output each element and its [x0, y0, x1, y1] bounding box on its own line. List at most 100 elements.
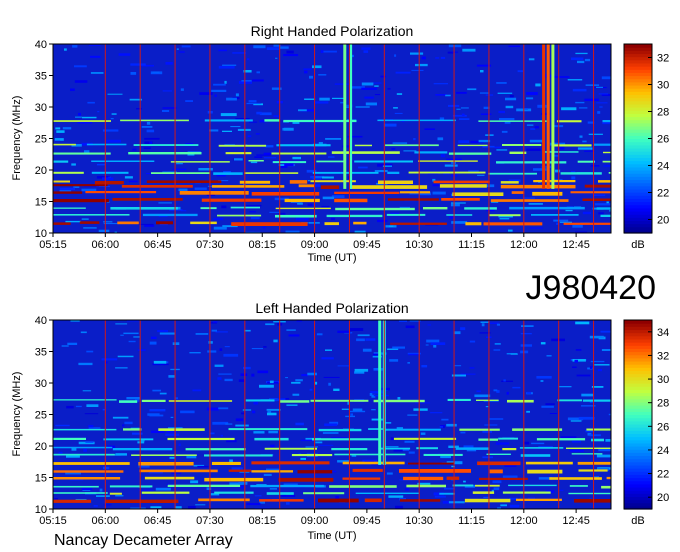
noise-speck	[314, 381, 318, 385]
noise-speck	[213, 226, 227, 230]
noise-speck	[355, 106, 370, 108]
noise-speck	[288, 334, 300, 337]
emission-band	[53, 399, 117, 401]
noise-speck	[56, 130, 65, 133]
emission-band	[512, 428, 563, 431]
emission-band	[377, 119, 456, 122]
noise-speck	[283, 54, 299, 57]
emission-band	[329, 485, 397, 488]
y-tick-label: 10	[35, 228, 47, 240]
noise-speck	[397, 397, 401, 400]
noise-speck	[462, 48, 476, 52]
noise-speck	[504, 465, 517, 467]
noise-speck	[410, 52, 424, 55]
emission-band	[531, 214, 579, 216]
emission-band	[578, 469, 608, 472]
noise-speck	[500, 504, 507, 507]
emission-band	[185, 448, 246, 451]
noise-speck	[103, 223, 120, 225]
noise-speck	[128, 180, 138, 183]
noise-speck	[594, 364, 610, 366]
noise-speck	[250, 161, 258, 164]
noise-speck	[291, 381, 301, 384]
noise-speck	[269, 488, 277, 490]
noise-speck	[314, 184, 321, 187]
noise-speck	[427, 324, 431, 326]
emission-band	[603, 151, 611, 154]
emission-band	[109, 492, 122, 495]
noise-speck	[452, 114, 467, 117]
noise-speck	[439, 426, 443, 428]
noise-speck	[461, 113, 465, 116]
noise-speck	[321, 357, 334, 360]
noise-speck	[93, 505, 98, 507]
y-tick-label: 15	[35, 473, 47, 485]
noise-speck	[341, 408, 349, 410]
emission-band	[591, 438, 604, 442]
emission-band	[230, 206, 260, 209]
noise-speck	[526, 97, 534, 100]
noise-speck	[225, 423, 233, 425]
colorbar-step	[624, 44, 652, 48]
emission-band	[334, 198, 368, 203]
emission-band	[225, 152, 252, 155]
noise-speck	[590, 165, 600, 167]
emission-band	[244, 172, 299, 174]
noise-speck	[603, 165, 611, 167]
noise-speck	[453, 331, 461, 335]
noise-speck	[309, 75, 313, 79]
noise-speck	[474, 394, 491, 398]
noise-speck	[58, 451, 63, 454]
noise-speck	[415, 402, 431, 404]
noise-speck	[266, 47, 280, 50]
emission-band	[459, 428, 500, 431]
y-tick-label: 10	[35, 504, 47, 516]
noise-speck	[181, 45, 191, 48]
emission-band	[479, 477, 528, 480]
noise-speck	[407, 414, 418, 416]
noise-speck	[168, 375, 175, 378]
noise-speck	[132, 148, 137, 151]
emission-band	[452, 192, 504, 196]
noise-speck	[494, 146, 502, 149]
emission-band	[423, 453, 463, 456]
noise-speck	[597, 369, 602, 372]
emission-band	[423, 207, 448, 210]
noise-speck	[426, 339, 440, 343]
emission-band	[532, 191, 563, 196]
emission-band	[385, 428, 441, 431]
noise-speck	[115, 367, 128, 369]
noise-speck	[501, 130, 508, 133]
emission-band	[204, 454, 273, 457]
noise-speck	[62, 127, 72, 130]
noise-speck	[528, 497, 535, 499]
noise-speck	[509, 504, 520, 508]
noise-speck	[235, 93, 239, 97]
noise-speck	[229, 482, 244, 484]
emission-band	[566, 447, 611, 449]
noise-speck	[98, 229, 110, 232]
noise-speck	[546, 355, 552, 357]
emission-band	[452, 484, 474, 487]
x-tick-label: 11:15	[458, 515, 485, 527]
noise-speck	[526, 391, 531, 394]
emission-band	[94, 181, 124, 185]
colorbar-tick-label: 28	[657, 398, 669, 410]
noise-speck	[433, 83, 448, 85]
noise-speck	[385, 422, 392, 424]
noise-speck	[520, 333, 532, 335]
noise-speck	[469, 340, 476, 343]
noise-speck	[165, 62, 173, 65]
noise-speck	[454, 365, 462, 367]
noise-speck	[206, 487, 212, 490]
emission-band	[91, 171, 129, 174]
emission-band	[53, 180, 70, 183]
noise-speck	[469, 367, 475, 369]
noise-speck	[444, 487, 455, 490]
emission-band	[112, 198, 183, 201]
emission-band	[179, 191, 249, 195]
noise-speck	[262, 226, 266, 229]
noise-speck	[390, 437, 395, 441]
instrument-label: Nancay Decameter Array	[54, 532, 233, 549]
noise-speck	[122, 424, 125, 427]
